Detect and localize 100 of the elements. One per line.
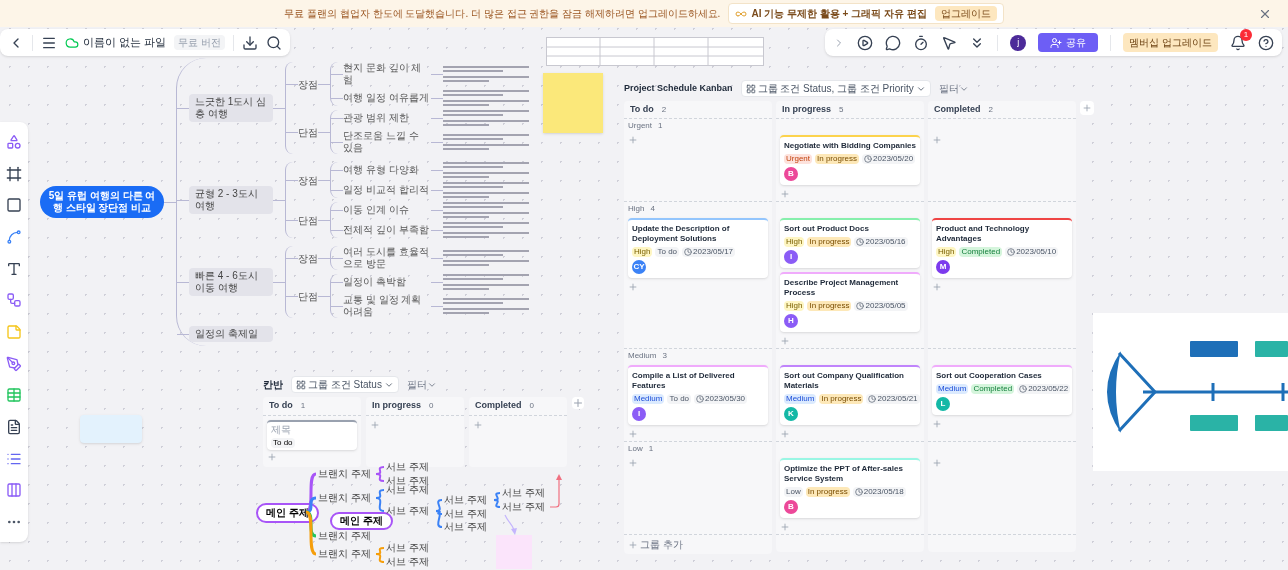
task-card[interactable]: Optimize the PPT of After-sales Service System Low In progress 2023/05/18 B [780,458,920,518]
sub-topic[interactable]: 전체적 깊이 부족함 [343,224,431,236]
assignee-avatar: B [784,167,798,181]
search-icon[interactable] [265,34,282,51]
task-card[interactable]: Update the Description of Deployment Solutions High To do 2023/05/17 CY [628,218,768,278]
comment-icon[interactable] [885,34,902,51]
cursor-icon[interactable] [941,34,958,51]
sub-topic[interactable]: 서브 주제 [386,542,429,554]
sub-topic[interactable]: 서브 주제 [386,475,429,487]
branch-topic[interactable]: 일정의 축제일 [189,326,273,342]
filter-dropdown[interactable]: 필터 [938,81,969,96]
task-card[interactable]: Negotiate with Bidding Companies Urgent In progress 2023/05/20 B [780,135,920,185]
share-button[interactable]: 공유 [1038,33,1099,52]
task-card[interactable]: Describe Project Management Process High In progress 2023/05/05 H [780,272,920,332]
due-date: 2023/05/18 [852,487,906,497]
due-date: 2023/05/16 [854,237,908,247]
sub-topic[interactable]: 서브 주제 [444,508,487,520]
branch-topic[interactable]: 브랜치 주제 [318,492,371,504]
branch-topic[interactable]: 브랜치 주제 [318,548,371,560]
lane-count: 3 [662,350,667,362]
sub-topic[interactable]: 단조로움 느낄 수 있음 [343,130,431,154]
arrow-connector [504,514,517,535]
sub-topic[interactable]: 서브 주제 [502,501,545,513]
bell-icon[interactable] [1230,34,1246,51]
document-icon[interactable] [6,419,22,436]
status-tag: In progress [805,487,850,497]
pen-icon[interactable] [6,355,22,372]
sub-topic[interactable]: 서브 주제 [386,484,429,496]
shape-icon[interactable] [6,197,22,214]
help-icon[interactable] [1258,34,1274,51]
branch-topic[interactable]: 브랜치 주제 [318,530,371,542]
assignee-avatar: B [784,500,798,514]
group-topic[interactable]: 장점 [298,250,318,266]
close-icon[interactable] [1258,7,1272,21]
upgrade-button[interactable]: 업그레이드 [934,6,997,21]
task-card[interactable]: Sort out Product Docs High In progress 2023/05/16 I [780,218,920,268]
timer-icon[interactable] [913,34,930,51]
sub-topic[interactable]: 여러 도시를 효율적으로 방문 [343,246,431,270]
frame-icon[interactable] [6,165,22,182]
sub-topic[interactable]: 교통 및 일정 계획 어려움 [343,294,431,318]
sub-topic[interactable]: 현지 문화 깊이 체험 [343,62,431,86]
column-title: To do [630,102,654,116]
membership-upgrade-button[interactable]: 멤버십 업그레이드 [1123,33,1218,52]
sub-topic[interactable]: 서브 주제 [386,461,429,473]
column-count: 0 [529,399,534,412]
task-card[interactable]: Product and Technology Advantages High Completed 2023/05/10 M [932,218,1072,278]
task-card[interactable]: Compile a List of Delivered Features Medium To do 2023/05/30 I [628,365,768,425]
kanban-icon[interactable] [6,482,22,499]
sub-topic[interactable]: 관광 범위 제한 [343,112,431,124]
download-icon[interactable] [241,34,258,51]
status-tag: Completed [971,384,1015,394]
group-topic[interactable]: 장점 [298,172,318,188]
branch-topic[interactable]: 균형 2 - 3도시 여행 [189,186,273,214]
branch-topic[interactable]: 빠른 4 - 6도시 이동 여행 [189,268,273,296]
sub-topic[interactable]: 서브 주제 [386,556,429,568]
add-group-link[interactable]: 그룹 추가 [640,537,683,552]
group-topic[interactable]: 단점 [298,124,318,140]
clock-icon [856,302,865,310]
sub-topic[interactable]: 서브 주제 [502,487,545,499]
sticky-note [496,535,532,569]
task-card[interactable]: Sort out Company Qualification Materials Medium In progress 2023/05/21 K [780,365,920,425]
column-title: In progress [372,399,421,412]
task-card[interactable]: 제목 To do [267,419,357,450]
sub-topic[interactable]: 여행 일정 여유롭게 [343,92,431,104]
play-icon[interactable] [857,34,874,51]
table-icon[interactable] [6,387,22,404]
branch-topic[interactable]: 느긋한 1도시 심층 여행 [189,94,273,122]
sub-topic[interactable]: 일정 비교적 합리적 [343,184,431,196]
group-topic[interactable]: 단점 [298,212,318,228]
group-by-dropdown[interactable]: 그룹 조건 Status, 그룹 조건 Priority [740,80,931,97]
add-column-icon[interactable] [572,397,584,409]
status-tag: In progress [807,301,852,311]
priority-tag: Low [784,487,803,497]
group-topic[interactable]: 장점 [298,76,318,92]
file-name[interactable]: 이름이 없는 파일 [83,34,167,51]
task-card[interactable]: Sort out Cooperation Cases Medium Completed 2023/05/22 L [932,365,1072,415]
cloud-icon [65,35,79,50]
sub-topic[interactable]: 이동 인계 이슈 [343,204,431,216]
column-title: In progress [782,102,831,116]
connector-icon[interactable] [6,292,22,309]
due-date: 2023/05/10 [1005,247,1059,257]
root-topic[interactable]: 5일 유럽 여행의 다른 여행 스타일 장단점 비교 [40,186,164,218]
branch-topic[interactable]: 브랜치 주제 [318,468,371,480]
clock-icon [864,155,873,163]
filter-dropdown[interactable]: 필터 [406,377,437,392]
assignee-avatar: CY [632,260,646,274]
user-avatar[interactable]: j [1010,34,1027,51]
sub-topic[interactable]: 여행 유형 다양화 [343,164,431,176]
text-icon[interactable] [6,260,22,277]
group-topic[interactable]: 단점 [298,288,318,304]
column-title: Completed [934,102,981,116]
clock-icon [1007,248,1016,256]
sub-topic[interactable]: 일정이 촉박함 [343,276,431,288]
curve-icon[interactable] [6,228,22,245]
due-date: 2023/05/30 [694,394,748,404]
connector-line [375,473,385,482]
group-by-dropdown[interactable]: 그룹 조건 Status [291,376,399,393]
sub-topic[interactable]: 서브 주제 [444,521,487,533]
shapes-icon[interactable] [6,133,22,150]
sub-topic[interactable]: 서브 주제 [444,494,487,506]
